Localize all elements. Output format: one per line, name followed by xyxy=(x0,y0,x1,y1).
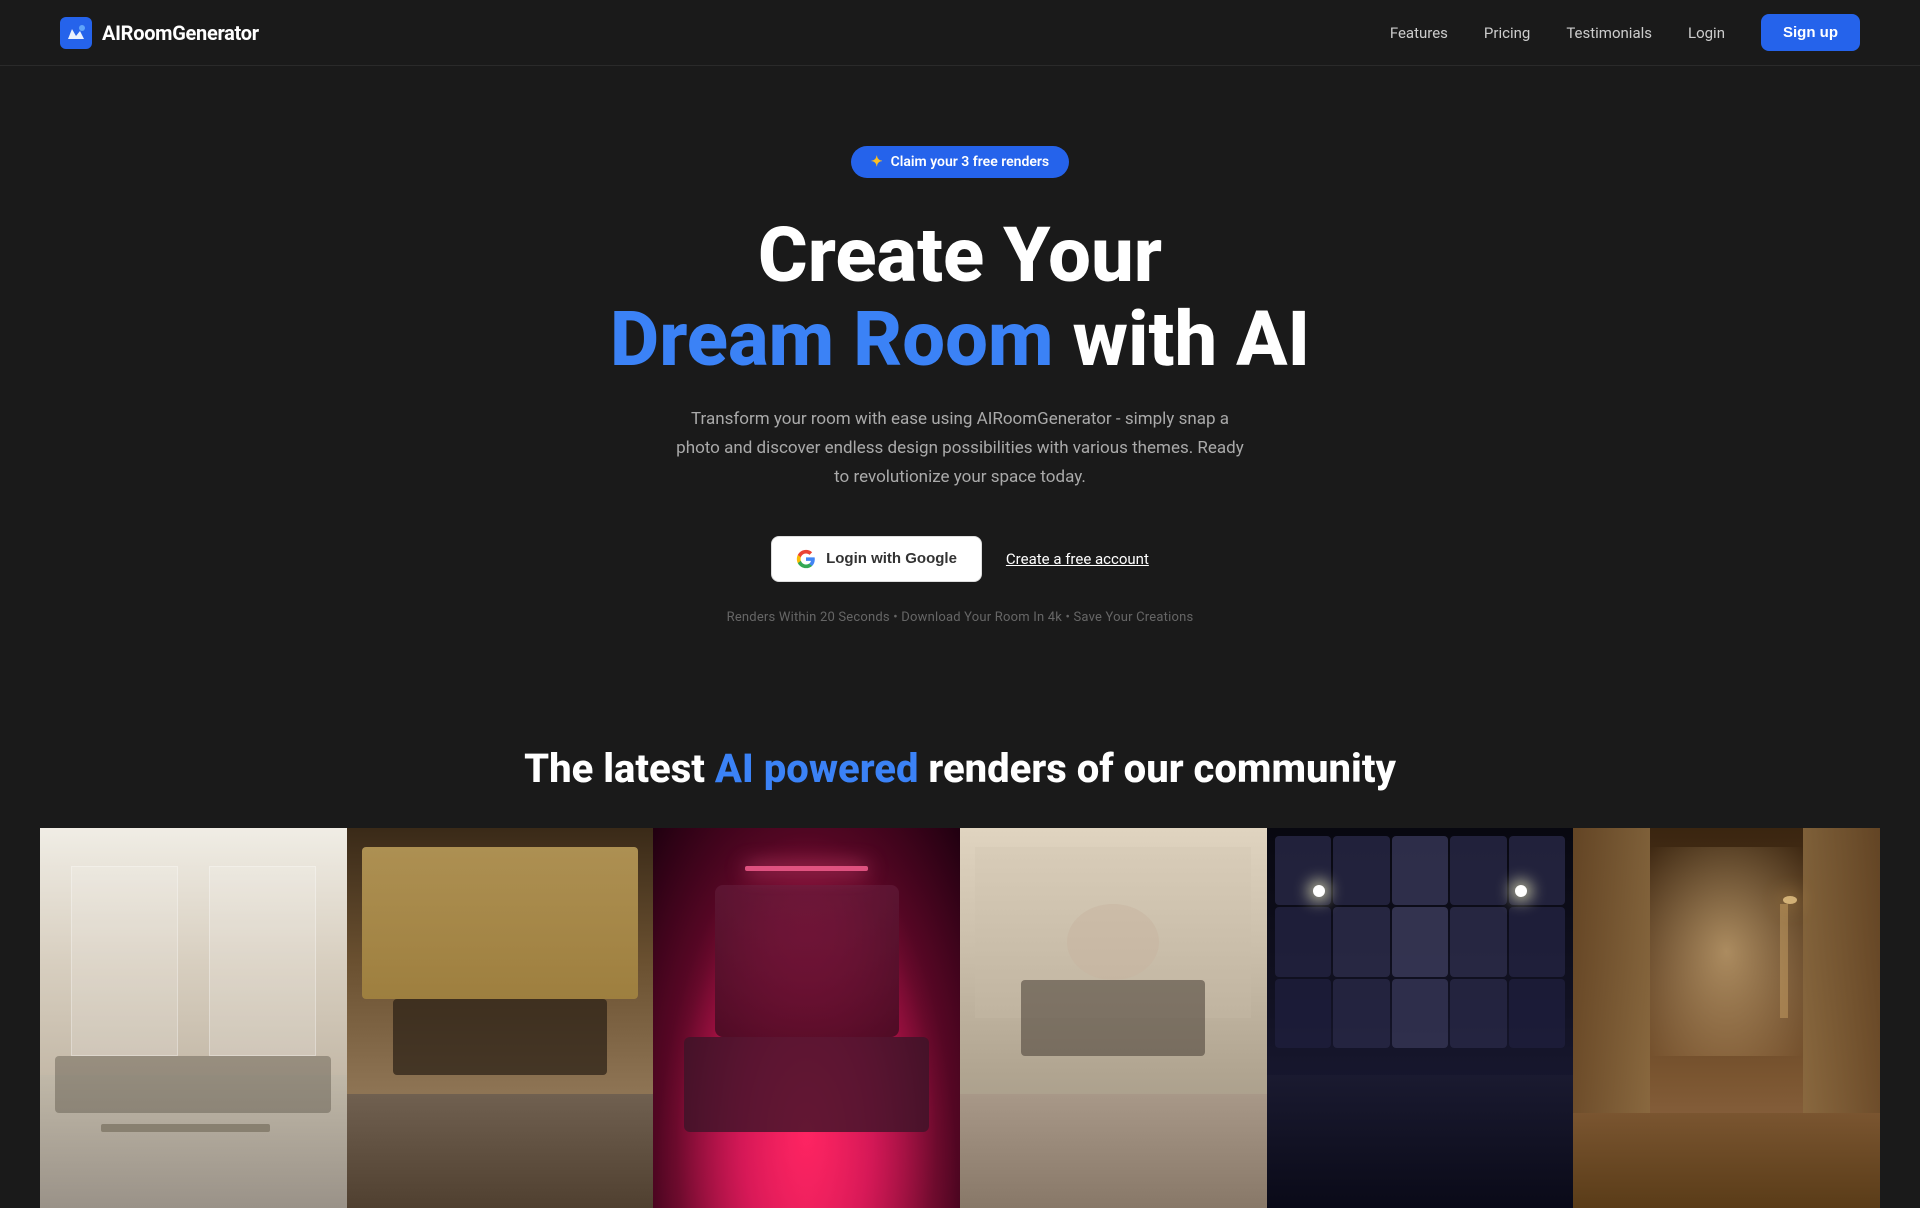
gallery-item xyxy=(1573,828,1880,1208)
header: AIRoomGenerator Features Pricing Testimo… xyxy=(0,0,1920,66)
community-title-after: renders of our community xyxy=(918,745,1395,792)
free-account-link[interactable]: Create a free account xyxy=(1006,550,1149,568)
logo[interactable]: AIRoomGenerator xyxy=(60,17,259,49)
google-icon xyxy=(796,549,816,569)
room-image xyxy=(40,828,347,1208)
gallery-item xyxy=(653,828,960,1208)
nav-login[interactable]: Login xyxy=(1688,24,1725,42)
room-image xyxy=(1573,828,1880,1208)
room-image xyxy=(960,828,1267,1208)
google-button-label: Login with Google xyxy=(826,550,957,567)
hero-title-blue: Dream Room xyxy=(610,294,1054,384)
claim-badge[interactable]: ✦ Claim your 3 free renders xyxy=(851,146,1069,178)
hero-title-line2: with AI xyxy=(1073,294,1311,384)
gallery-item xyxy=(1267,828,1574,1208)
logo-text: AIRoomGenerator xyxy=(102,21,259,45)
room-image xyxy=(653,828,960,1208)
signup-button[interactable]: Sign up xyxy=(1761,14,1860,51)
hero-title-line1: Create Your xyxy=(758,210,1162,300)
star-icon: ✦ xyxy=(871,154,883,170)
gallery-row xyxy=(40,828,1880,1208)
nav-pricing[interactable]: Pricing xyxy=(1484,24,1530,42)
community-title-before: The latest xyxy=(524,745,715,792)
gallery-item xyxy=(960,828,1267,1208)
community-title-blue: AI powered xyxy=(715,745,919,792)
hero-section: ✦ Claim your 3 free renders Create Your … xyxy=(0,66,1920,685)
community-section: The latest AI powered renders of our com… xyxy=(0,685,1920,1208)
main-nav: Features Pricing Testimonials Login Sign… xyxy=(1390,14,1860,51)
nav-testimonials[interactable]: Testimonials xyxy=(1566,24,1652,42)
features-text: Renders Within 20 Seconds • Download You… xyxy=(727,610,1194,625)
hero-description: Transform your room with ease using AIRo… xyxy=(670,405,1250,492)
claim-badge-text: Claim your 3 free renders xyxy=(891,154,1050,170)
room-image xyxy=(1267,828,1574,1208)
gallery-item xyxy=(347,828,654,1208)
gallery-item xyxy=(40,828,347,1208)
community-title: The latest AI powered renders of our com… xyxy=(40,745,1880,792)
nav-features[interactable]: Features xyxy=(1390,24,1448,42)
hero-title: Create Your Dream Room with AI xyxy=(610,214,1310,381)
room-image xyxy=(347,828,654,1208)
cta-row: Login with Google Create a free account xyxy=(771,536,1149,582)
logo-icon xyxy=(60,17,92,49)
google-login-button[interactable]: Login with Google xyxy=(771,536,982,582)
